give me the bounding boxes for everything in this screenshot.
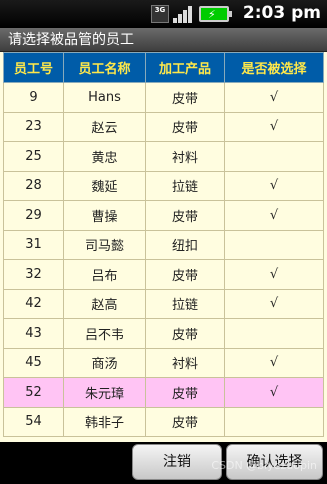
cell-employee-id: 31 <box>3 229 64 260</box>
cell-employee-id: 9 <box>3 82 64 113</box>
cell-employee-name: 魏延 <box>63 170 146 201</box>
cell-selected-mark <box>224 406 324 437</box>
table-header-row: 员工号 员工名称 加工产品 是否被选择 <box>3 52 324 83</box>
employee-table: 员工号 员工名称 加工产品 是否被选择 9 Hans 皮带 √ 23 赵云 皮带 √ 25 黄忠衬… <box>3 52 324 437</box>
battery-charging-icon: ⚡ <box>199 6 232 22</box>
cell-selected-mark <box>224 229 324 260</box>
cell-employee-name: 韩非子 <box>63 406 146 437</box>
cell-employee-name: 吕不韦 <box>63 318 146 349</box>
3g-icon: 3G <box>151 5 169 23</box>
table-row[interactable]: 31 司马懿 纽扣 <box>3 229 324 260</box>
table-row[interactable]: 32 吕布 皮带 √ <box>3 259 324 290</box>
cell-selected-mark: √ <box>224 200 324 231</box>
employee-table-container[interactable]: 员工号 员工名称 加工产品 是否被选择 9 Hans 皮带 √ 23 赵云 皮带 √ 25 黄忠衬… <box>0 52 327 442</box>
watermark: CSDN @biyezuopin <box>211 459 317 472</box>
cell-employee-name: 司马懿 <box>63 229 146 260</box>
table-row[interactable]: 52 朱元璋 皮带 √ <box>3 377 324 408</box>
cell-product: 拉链 <box>145 170 225 201</box>
cell-employee-id: 45 <box>3 347 64 378</box>
cell-product: 纽扣 <box>145 229 225 260</box>
cell-employee-name: 吕布 <box>63 259 146 290</box>
cell-employee-id: 52 <box>3 377 64 408</box>
cell-employee-name: 商汤 <box>63 347 146 378</box>
cell-product: 皮带 <box>145 82 225 113</box>
cell-selected-mark <box>224 141 324 172</box>
cell-product: 皮带 <box>145 259 225 290</box>
table-row[interactable]: 29 曹操 皮带 √ <box>3 200 324 231</box>
cell-employee-id: 42 <box>3 288 64 319</box>
cell-employee-name: 赵云 <box>63 111 146 142</box>
cell-selected-mark: √ <box>224 259 324 290</box>
table-row[interactable]: 45 商汤 衬料 √ <box>3 347 324 378</box>
header-product: 加工产品 <box>145 52 225 83</box>
header-employee-name: 员工名称 <box>63 52 146 83</box>
table-row[interactable]: 25 黄忠 衬料 <box>3 141 324 172</box>
cell-employee-id: 28 <box>3 170 64 201</box>
cell-employee-name: 朱元璋 <box>63 377 146 408</box>
cell-product: 皮带 <box>145 377 225 408</box>
cell-product: 衬料 <box>145 347 225 378</box>
cell-selected-mark: √ <box>224 111 324 142</box>
cell-selected-mark: √ <box>224 82 324 113</box>
cell-employee-id: 43 <box>3 318 64 349</box>
status-icons: 3G ⚡ <box>151 4 232 24</box>
signal-icon <box>173 5 195 23</box>
table-row[interactable]: 23 赵云 皮带 √ <box>3 111 324 142</box>
header-selected: 是否被选择 <box>224 52 324 83</box>
header-employee-id: 员工号 <box>3 52 64 83</box>
cell-employee-id: 29 <box>3 200 64 231</box>
cell-selected-mark: √ <box>224 288 324 319</box>
cell-employee-name: 赵高 <box>63 288 146 319</box>
status-bar: 3G ⚡ 2:03 pm <box>0 0 327 28</box>
cell-product: 皮带 <box>145 406 225 437</box>
table-row[interactable]: 54 韩非子 皮带 <box>3 406 324 437</box>
cell-selected-mark: √ <box>224 347 324 378</box>
cell-employee-name: Hans <box>63 82 146 113</box>
cell-product: 皮带 <box>145 200 225 231</box>
cell-employee-name: 黄忠 <box>63 141 146 172</box>
cell-employee-name: 曹操 <box>63 200 146 231</box>
cell-product: 衬料 <box>145 141 225 172</box>
cell-employee-id: 32 <box>3 259 64 290</box>
table-row[interactable]: 43 吕不韦 皮带 <box>3 318 324 349</box>
cell-selected-mark <box>224 318 324 349</box>
cell-product: 皮带 <box>145 318 225 349</box>
status-time: 2:03 pm <box>242 3 321 23</box>
cell-employee-id: 54 <box>3 406 64 437</box>
table-row[interactable]: 9 Hans 皮带 √ <box>3 82 324 113</box>
cell-product: 拉链 <box>145 288 225 319</box>
cell-selected-mark: √ <box>224 377 324 408</box>
cell-selected-mark: √ <box>224 170 324 201</box>
cell-employee-id: 23 <box>3 111 64 142</box>
table-row[interactable]: 28 魏延 拉链 √ <box>3 170 324 201</box>
table-row[interactable]: 42 赵高 拉链 √ <box>3 288 324 319</box>
cell-product: 皮带 <box>145 111 225 142</box>
page-title: 请选择被品管的员工 <box>0 28 327 52</box>
cell-employee-id: 25 <box>3 141 64 172</box>
logout-button[interactable]: 注销 <box>132 444 222 480</box>
